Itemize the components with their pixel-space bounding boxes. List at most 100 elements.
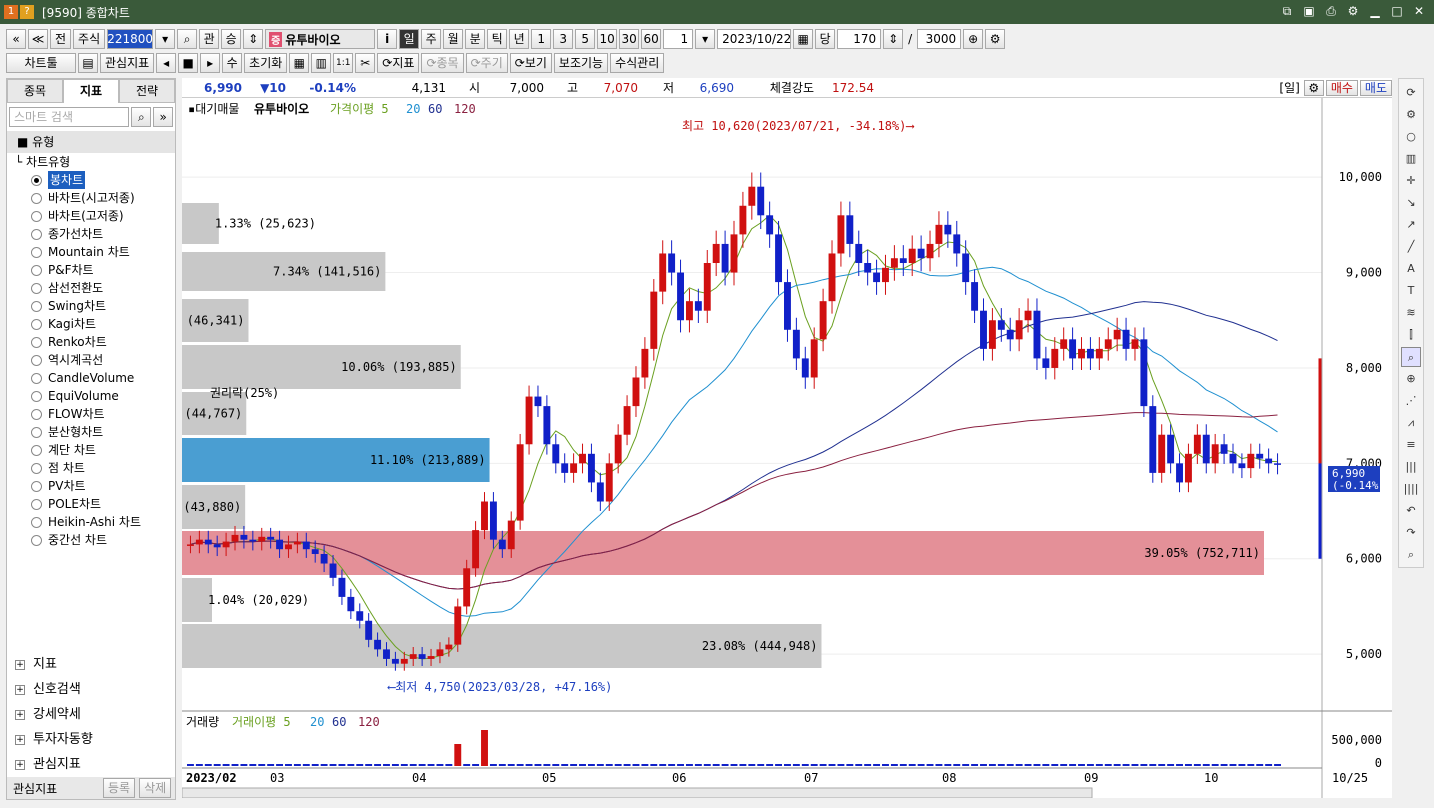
minute-10[interactable]: 10 xyxy=(597,29,618,49)
period-year[interactable]: 년 xyxy=(509,29,530,49)
aux-button[interactable]: 보조기능 xyxy=(553,53,609,73)
code-dropdown-icon[interactable]: ▾ xyxy=(155,29,176,49)
chart-type-item[interactable]: CandleVolume xyxy=(15,369,175,387)
su-button[interactable]: 수 xyxy=(222,53,243,73)
search-icon[interactable]: ⌕ xyxy=(1401,545,1421,565)
minute-60[interactable]: 60 xyxy=(641,29,662,49)
chart-type-item[interactable]: 계단 차트 xyxy=(15,441,175,459)
fib-icon[interactable]: ≋ xyxy=(1401,303,1421,323)
minute-1[interactable]: 1 xyxy=(531,29,552,49)
stock-name-field[interactable]: 증 유투바이오 xyxy=(265,29,376,49)
maximize-icon[interactable]: □ xyxy=(1390,4,1404,18)
scissors-icon[interactable]: ✂ xyxy=(355,53,376,73)
prev-nav-button[interactable]: « xyxy=(6,29,26,49)
indicator-button[interactable]: ⟳ 지표 xyxy=(377,53,420,73)
tab-stock[interactable]: 종목 xyxy=(7,79,63,103)
watch-indicator-button[interactable]: 관심지표 xyxy=(100,53,155,73)
cycle-button[interactable]: ⟳ 주기 xyxy=(465,53,508,73)
chart-type-item[interactable]: Kagi차트 xyxy=(15,315,175,333)
chart-type-item[interactable]: PV차트 xyxy=(15,477,175,495)
pitch-icon[interactable]: ⩘ xyxy=(1401,413,1421,433)
count-stepper[interactable]: ⇕ xyxy=(883,29,904,49)
chart-type-item[interactable]: EquiVolume xyxy=(15,387,175,405)
date-input[interactable]: 2023/10/22 xyxy=(717,29,791,49)
chart-type-item[interactable]: 역시계곡선 xyxy=(15,351,175,369)
minute-3[interactable]: 3 xyxy=(553,29,574,49)
period-week[interactable]: 주 xyxy=(421,29,442,49)
candle-icon[interactable]: ⫿ xyxy=(1401,325,1421,345)
group-investor[interactable]: + 투자자동향 xyxy=(7,727,175,752)
close-icon[interactable]: ✕ xyxy=(1412,4,1426,18)
minute-30[interactable]: 30 xyxy=(619,29,640,49)
watch-button[interactable]: 관 xyxy=(199,29,220,49)
group-strength[interactable]: + 강세약세 xyxy=(7,702,175,727)
group-type[interactable]: ■ 유형 xyxy=(7,131,175,153)
chart-type-item[interactable]: POLE차트 xyxy=(15,495,175,513)
expand-icon[interactable]: » xyxy=(153,107,173,127)
tab-indicator[interactable]: 지표 xyxy=(63,79,119,103)
fan-icon[interactable]: ⋰ xyxy=(1401,391,1421,411)
zoom-icon[interactable]: ⌕ xyxy=(1401,347,1421,367)
grid-icon[interactable]: ▦ xyxy=(289,53,310,73)
refresh-icon[interactable]: ⟳ xyxy=(1401,83,1421,103)
redo-icon[interactable]: ↷ xyxy=(1401,523,1421,543)
minute-5[interactable]: 5 xyxy=(575,29,596,49)
period-day[interactable]: 일 xyxy=(399,29,420,49)
right-arrow-icon[interactable]: ▸ xyxy=(200,53,221,73)
group-indicator[interactable]: + 지표 xyxy=(7,652,175,677)
gear-icon[interactable]: ⚙ xyxy=(1401,105,1421,125)
print-icon[interactable]: ⎙ xyxy=(1324,4,1338,18)
tree-head[interactable]: └ 차트유형 xyxy=(15,153,175,171)
buy-button[interactable]: 매수 xyxy=(1325,79,1358,96)
zoom-icon[interactable]: ⊕ xyxy=(963,29,984,49)
search-icon[interactable]: ⌕ xyxy=(131,107,152,127)
period-month[interactable]: 월 xyxy=(443,29,464,49)
count-input[interactable]: 170 xyxy=(837,29,882,49)
formula-button[interactable]: 수식관리 xyxy=(610,53,665,73)
chart-type-item[interactable]: 점 차트 xyxy=(15,459,175,477)
circle-icon[interactable]: ○ xyxy=(1401,127,1421,147)
rank-button[interactable]: 승 xyxy=(221,29,242,49)
chart-type-item[interactable]: Mountain 차트 xyxy=(15,243,175,261)
channel-icon[interactable]: ≡ xyxy=(1401,435,1421,455)
interval-input[interactable]: 1 xyxy=(663,29,694,49)
total-input[interactable]: 3000 xyxy=(917,29,962,49)
group-signal[interactable]: + 신호검색 xyxy=(7,677,175,702)
updown-icon[interactable]: ⇕ xyxy=(243,29,264,49)
chart-type-item[interactable]: Swing차트 xyxy=(15,297,175,315)
cross-icon[interactable]: ✛ xyxy=(1401,171,1421,191)
period-minute[interactable]: 분 xyxy=(465,29,486,49)
bars2-icon[interactable]: |||| xyxy=(1401,479,1421,499)
table-icon[interactable]: ▥ xyxy=(311,53,332,73)
period-tick[interactable]: 틱 xyxy=(487,29,508,49)
chart-tool-button[interactable]: 차트툴 xyxy=(6,53,76,73)
current-button[interactable]: 당 xyxy=(815,29,836,49)
minimize-icon[interactable]: ▁ xyxy=(1368,4,1382,18)
config-icon[interactable]: ⚙ xyxy=(985,29,1006,49)
sell-button[interactable]: 매도 xyxy=(1359,79,1392,96)
chart-type-item[interactable]: 중간선 차트 xyxy=(15,531,175,549)
all-button[interactable]: 전 xyxy=(50,29,72,49)
chart-type-item[interactable]: 종가선차트 xyxy=(15,225,175,243)
chart-type-item[interactable]: Heikin-Ashi 차트 xyxy=(15,513,175,531)
chart-type-item[interactable]: 바차트(고저종) xyxy=(15,207,175,225)
auto-icon[interactable]: A xyxy=(1401,259,1421,279)
chart-type-item[interactable]: 분산형차트 xyxy=(15,423,175,441)
zoom-in-icon[interactable]: ⊕ xyxy=(1401,369,1421,389)
stock-code-input[interactable]: 221800 xyxy=(107,29,154,49)
arrow-up-icon[interactable]: ↗ xyxy=(1401,215,1421,235)
screen-icon[interactable]: ▣ xyxy=(1302,4,1316,18)
chart-icon[interactable]: ▥ xyxy=(1401,149,1421,169)
chart-type-item[interactable]: FLOW차트 xyxy=(15,405,175,423)
settings-icon[interactable]: ⚙ xyxy=(1346,4,1360,18)
stop-icon[interactable]: ■ xyxy=(178,53,199,73)
view-button[interactable]: ⟳ 보기 xyxy=(509,53,552,73)
market-type-button[interactable]: 주식 xyxy=(73,29,106,49)
item-button[interactable]: ⟳ 종목 xyxy=(421,53,464,73)
ratio-button[interactable]: 1:1 xyxy=(333,53,354,73)
chart-type-item[interactable]: 삼선전환도 xyxy=(15,279,175,297)
info-button[interactable]: i xyxy=(377,29,398,49)
line-icon[interactable]: ╱ xyxy=(1401,237,1421,257)
delete-button[interactable]: 삭제 xyxy=(139,778,172,798)
bars-icon[interactable]: ||| xyxy=(1401,457,1421,477)
